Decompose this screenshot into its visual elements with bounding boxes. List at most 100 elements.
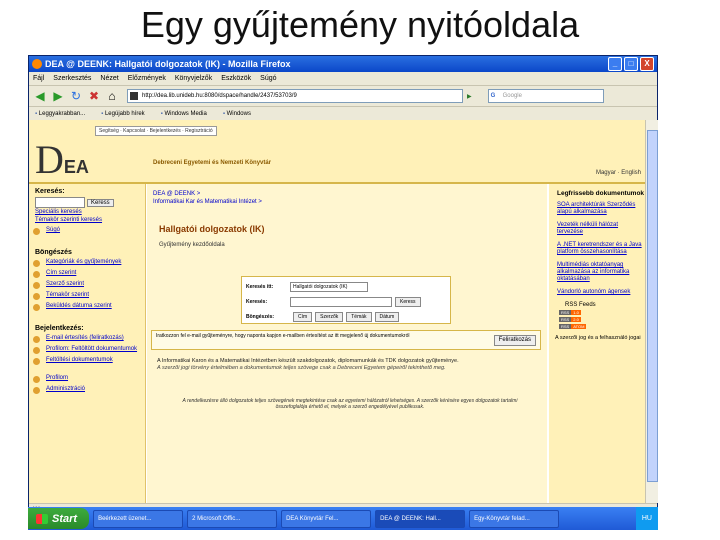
system-tray[interactable]: HU [635, 507, 658, 530]
url-bar[interactable]: http://dea.lib.unideb.hu:8080/dspace/han… [127, 89, 463, 103]
login-link[interactable]: Feltöltési dokumentumok [46, 357, 113, 364]
taskbar-item[interactable]: 2 Microsoft Offic... [187, 509, 278, 528]
google-icon: G [490, 93, 496, 99]
bullet-icon [33, 347, 40, 354]
vertical-scrollbar[interactable] [645, 120, 658, 503]
term-input[interactable] [290, 297, 392, 307]
taskbar-item[interactable]: Egy-Könyvtár felad... [469, 509, 560, 528]
sidebar-search-button[interactable]: Keress [87, 198, 114, 207]
menu-history[interactable]: Előzmények [128, 75, 166, 82]
advanced-search-link[interactable]: Speciális keresés [35, 208, 145, 216]
bullet-icon [33, 387, 40, 394]
description-note: A szerzői jogi törvény értelmében a doku… [157, 364, 446, 371]
rss-feed-link[interactable]: RSS 1.0 [559, 310, 645, 315]
help-icon [33, 228, 40, 235]
recent-item[interactable]: Multimédiás oktatóanyag alkalmazása az i… [557, 262, 645, 283]
browse-link[interactable]: Kategóriák és gyűjtemények [46, 259, 121, 266]
breadcrumb-link[interactable]: DEA @ DEENK > [153, 190, 547, 198]
browse-link[interactable]: Szerző szerint [46, 281, 84, 288]
bullet-icon [33, 376, 40, 383]
title-bar: DEA @ DEENK: Hallgatói dolgozatok (IK) -… [29, 56, 657, 72]
breadcrumb-link[interactable]: Informatikai Kar és Matematikai Intézet … [153, 198, 547, 206]
search-input[interactable]: G Google [487, 89, 604, 103]
sidebar-search-input[interactable] [35, 197, 85, 208]
recent-item[interactable]: SOA architektúrák Szerződés alapú alkalm… [557, 202, 645, 216]
browse-heading: Böngészés [35, 249, 72, 256]
scroll-thumb[interactable] [647, 130, 658, 482]
browser-window: DEA @ DEENK: Hallgatói dolgozatok (IK) -… [28, 55, 658, 530]
stop-icon[interactable]: ✖ [87, 89, 101, 103]
taskbar: Start Beérkezett üzenet... 2 Microsoft O… [28, 507, 658, 530]
start-button[interactable]: Start [28, 508, 90, 529]
copyright-note[interactable]: A szerzői jog és a felhasználó jogai [555, 335, 645, 342]
subscribe-button[interactable]: Feliratkozás [493, 335, 536, 346]
minimize-button[interactable]: _ [608, 57, 622, 71]
home-icon[interactable]: ⌂ [105, 89, 119, 103]
collection-search-form: Keresés itt: Hallgatói dolgozatok (IK) K… [241, 276, 451, 324]
forward-icon[interactable]: ▶ [51, 89, 65, 103]
menu-view[interactable]: Nézet [100, 75, 118, 82]
dea-logo[interactable]: DEA [35, 136, 89, 183]
search-button[interactable]: Keress [395, 297, 421, 307]
back-icon[interactable]: ◀ [33, 89, 47, 103]
recent-item[interactable]: Vezeték nélküli hálózat tervezése [557, 222, 645, 236]
browse-subjects-button[interactable]: Témák [346, 312, 372, 322]
help-link[interactable]: Súgó [46, 227, 60, 234]
page-content: DEA Segítség · Kapcsolat · Bejelentkezés… [29, 120, 645, 503]
header-mini-links[interactable]: Segítség · Kapcsolat · Bejelentkezés · R… [95, 126, 217, 136]
menu-edit[interactable]: Szerkesztés [53, 75, 91, 82]
taskbar-item[interactable]: DEA Könyvtár Fel... [281, 509, 372, 528]
browse-title-button[interactable]: Cím [293, 312, 313, 322]
rss-heading: RSS Feeds [565, 302, 596, 308]
maximize-button[interactable]: □ [624, 57, 638, 71]
scope-label: Keresés itt: [246, 284, 274, 290]
bookmark-item[interactable]: Legújabb hírek [101, 111, 145, 117]
collection-title: Hallgatói dolgozatok (IK) [159, 224, 265, 234]
bullet-icon [33, 336, 40, 343]
left-sidebar: Keresés: Keress Speciális keresés Témakö… [29, 184, 146, 503]
rss-feed-link[interactable]: RSS ATOM [559, 324, 645, 329]
recent-item[interactable]: Vándorló autonóm ágensek [557, 289, 645, 296]
search-placeholder: Google [502, 93, 522, 99]
login-link[interactable]: Adminisztráció [46, 386, 85, 393]
menu-tools[interactable]: Eszközök [221, 75, 251, 82]
browse-date-button[interactable]: Dátum [374, 312, 400, 322]
go-icon[interactable]: ▶ [467, 93, 472, 100]
bookmark-item[interactable]: Windows [223, 111, 251, 117]
subject-search-link[interactable]: Témakör szerinti keresés [35, 216, 145, 224]
taskbar-item-active[interactable]: DEA @ DEENK: Hall... [375, 509, 466, 528]
bookmark-item[interactable]: Windows Media [161, 111, 206, 117]
browse-authors-button[interactable]: Szerzők [315, 312, 344, 322]
windows-flag-icon [36, 513, 48, 524]
nav-toolbar: ◀ ▶ ↻ ✖ ⌂ http://dea.lib.unideb.hu:8080/… [29, 86, 657, 107]
window-title: DEA @ DEENK: Hallgatói dolgozatok (IK) -… [45, 59, 291, 69]
login-link[interactable]: Profilom [46, 375, 68, 382]
browse-link[interactable]: Témakör szerint [46, 292, 89, 299]
scope-select[interactable]: Hallgatói dolgozatok (IK) [290, 282, 368, 292]
site-favicon [130, 92, 138, 100]
collection-description: A Informatikai Karon és a Matematikai In… [157, 358, 459, 371]
login-link[interactable]: Profilom: Feltöltött dokumentumok [46, 346, 137, 353]
slide-title: Egy gyűjtemény nyitóoldala [140, 4, 580, 45]
firefox-icon [32, 59, 42, 69]
subscribe-text: Iratkozzon fel e-mail gyűjteményre, hogy… [156, 333, 410, 339]
bullet-icon [33, 282, 40, 289]
browse-link[interactable]: Cím szerint [46, 270, 76, 277]
language-switch[interactable]: Magyar · English [596, 170, 641, 176]
url-text: http://dea.lib.unideb.hu:8080/dspace/han… [142, 93, 297, 99]
recent-item[interactable]: A .NET keretrendszer és a Java platform … [557, 242, 645, 256]
browse-link[interactable]: Beküldés dátuma szerint [46, 303, 112, 310]
reload-icon[interactable]: ↻ [69, 89, 83, 103]
menu-bookmarks[interactable]: Könyvjelzők [175, 75, 212, 82]
close-button[interactable]: X [640, 57, 654, 71]
login-link[interactable]: E-mail értesítés (feliratkozás) [46, 335, 124, 342]
site-header: DEA Segítség · Kapcsolat · Bejelentkezés… [29, 120, 645, 184]
bookmark-item[interactable]: Leggyakrabban... [35, 111, 85, 117]
menu-help[interactable]: Súgó [260, 75, 276, 82]
main-column: DEA @ DEENK > Informatikai Kar és Matema… [147, 184, 547, 503]
subscribe-box: Iratkozzon fel e-mail gyűjteményre, hogy… [151, 330, 541, 350]
bullet-icon [33, 260, 40, 267]
menu-file[interactable]: Fájl [33, 75, 44, 82]
taskbar-item[interactable]: Beérkezett üzenet... [93, 509, 184, 528]
rss-feed-link[interactable]: RSS 2.0 [559, 317, 645, 322]
